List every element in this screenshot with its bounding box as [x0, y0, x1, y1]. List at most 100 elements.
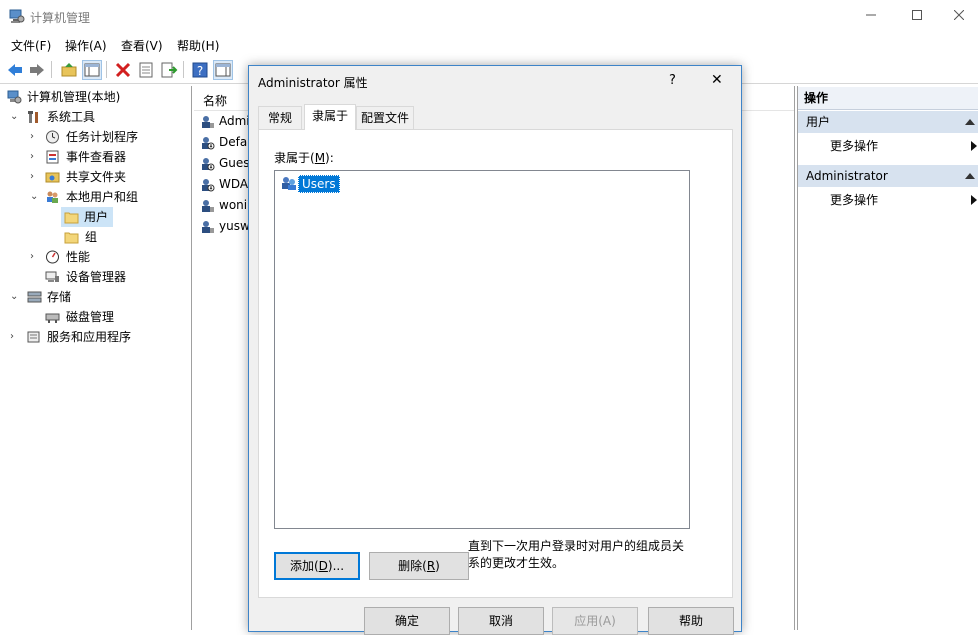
menu-help[interactable]: 帮助(H) [177, 37, 219, 54]
tree-label-local-users-groups: 本地用户和组 [66, 190, 139, 204]
ok-button-label: 确定 [394, 614, 419, 628]
column-header-name[interactable]: 名称 [203, 92, 227, 109]
show-hide-action-pane-button[interactable] [213, 60, 233, 80]
list-item[interactable]: Users [279, 174, 340, 193]
menu-view[interactable]: 查看(V) [121, 37, 163, 54]
event-log-icon [46, 150, 59, 164]
tree-label-performance: 性能 [66, 250, 91, 264]
administrator-properties-dialog: Administrator 属性 ? ✕ 常规 隶属于 配置文件 隶属于(M):… [248, 65, 742, 635]
delete-button[interactable] [113, 60, 133, 80]
window-title: 计算机管理 [30, 11, 91, 25]
menu-action[interactable]: 操作(A) [65, 37, 107, 54]
submenu-arrow-icon [971, 195, 977, 205]
collapse-up-icon[interactable] [965, 119, 975, 125]
remove-button[interactable]: 删除(R) [369, 552, 469, 580]
toolbar-separator [106, 61, 107, 78]
tree-node-storage[interactable]: ⌄ 存储 [0, 287, 191, 307]
chevron-right-icon[interactable]: › [30, 167, 40, 187]
more-actions-users[interactable]: 更多操作 [798, 135, 978, 157]
tree-node-system-tools[interactable]: ⌄ 系统工具 [0, 107, 191, 127]
close-icon [953, 9, 965, 21]
properties-icon [139, 62, 153, 78]
tree-label-task-scheduler: 任务计划程序 [66, 130, 139, 144]
maximize-button[interactable] [894, 0, 940, 33]
tree-node-root[interactable]: 计算机管理(本地) [0, 87, 191, 107]
tree-node-task-scheduler[interactable]: › 任务计划程序 [0, 127, 191, 147]
user-icon [202, 116, 214, 128]
member-of-label-text: 隶属于( [274, 151, 315, 165]
tree-node-disk-management[interactable]: 磁盘管理 [0, 307, 191, 327]
member-of-label-accelerator: M [314, 151, 326, 165]
export-button[interactable] [159, 60, 179, 80]
tree-label-root: 计算机管理(本地) [27, 90, 121, 104]
tree-node-groups[interactable]: 组 [0, 227, 191, 247]
member-of-listbox[interactable]: Users [274, 170, 690, 529]
window-titlebar[interactable]: 计算机管理 [0, 0, 978, 33]
export-icon [161, 62, 178, 78]
tree-node-event-viewer[interactable]: › 事件查看器 [0, 147, 191, 167]
actions-section-users[interactable]: 用户 [798, 111, 978, 133]
menu-file[interactable]: 文件(F) [11, 37, 51, 54]
chevron-down-icon[interactable]: ⌄ [30, 187, 40, 207]
show-hide-tree-icon [84, 63, 100, 77]
tab-profile[interactable]: 配置文件 [356, 106, 414, 130]
tab-general[interactable]: 常规 [258, 106, 302, 130]
tree-label-system-tools: 系统工具 [47, 110, 96, 124]
more-actions-label: 更多操作 [830, 193, 879, 207]
tree-node-device-manager[interactable]: 设备管理器 [0, 267, 191, 287]
chevron-right-icon[interactable]: › [30, 247, 40, 267]
tree-node-shared-folders[interactable]: › 共享文件夹 [0, 167, 191, 187]
properties-button[interactable] [136, 60, 156, 80]
help-dialog-button[interactable]: 帮助 [648, 607, 734, 635]
help-button[interactable]: ? [190, 60, 210, 80]
cancel-button[interactable]: 取消 [458, 607, 544, 635]
actions-section-administrator[interactable]: Administrator [798, 165, 978, 187]
ok-button[interactable]: 确定 [364, 607, 450, 635]
chevron-down-icon[interactable]: ⌄ [10, 107, 20, 127]
more-actions-administrator[interactable]: 更多操作 [798, 189, 978, 211]
user-name: yusw [219, 219, 250, 233]
chevron-right-icon[interactable]: › [30, 127, 40, 147]
toolbar-separator [51, 61, 52, 78]
disabled-user-icon [202, 179, 215, 192]
console-tree: 计算机管理(本地) ⌄ 系统工具 › 任务计划程序 › 事件查看器 › 共享文件… [0, 86, 192, 630]
tree-node-services-apps[interactable]: › 服务和应用程序 [0, 327, 191, 347]
apply-button-label: 应用(A) [574, 614, 616, 628]
tree-label-services-apps: 服务和应用程序 [47, 330, 132, 344]
membership-change-note: 直到下一次用户登录时对用户的组成员关 系的更改才生效。 [468, 538, 713, 572]
storage-icon [27, 291, 42, 303]
show-hide-tree-button[interactable] [82, 60, 102, 80]
tree-node-users[interactable]: 用户 [61, 207, 113, 227]
apply-button[interactable]: 应用(A) [552, 607, 638, 635]
shared-folder-icon [45, 172, 60, 183]
user-icon [202, 200, 214, 212]
minimize-button[interactable] [848, 0, 894, 33]
remove-button-accelerator: R [426, 559, 436, 573]
menubar: 文件(F) 操作(A) 查看(V) 帮助(H) [0, 34, 978, 56]
tree-node-performance[interactable]: › 性能 [0, 247, 191, 267]
performance-icon [46, 250, 59, 264]
chevron-down-icon[interactable]: ⌄ [10, 287, 20, 307]
help-icon: ? [192, 62, 208, 78]
chevron-right-icon[interactable]: › [30, 147, 40, 167]
tab-member-of[interactable]: 隶属于 [304, 104, 356, 130]
user-name: WDA [219, 177, 249, 191]
back-button[interactable] [5, 60, 25, 80]
collapse-up-icon[interactable] [965, 173, 975, 179]
add-button[interactable]: 添加(D)... [274, 552, 360, 580]
chevron-right-icon[interactable]: › [10, 327, 20, 347]
actions-pane: 操作 用户 更多操作 Administrator 更多操作 [797, 86, 978, 630]
close-button[interactable] [940, 0, 978, 33]
up-button[interactable] [59, 60, 79, 80]
add-button-label: 添加( [289, 559, 319, 573]
note-line-1: 直到下一次用户登录时对用户的组成员关 [468, 539, 685, 553]
delete-icon [115, 62, 131, 78]
tree-label-groups: 组 [85, 230, 98, 244]
actions-header-label: 操作 [804, 91, 829, 105]
tree-node-local-users-groups[interactable]: ⌄ 本地用户和组 [0, 187, 191, 207]
forward-button[interactable] [27, 60, 47, 80]
group-icon [282, 177, 296, 190]
dialog-help-button[interactable]: ? [669, 73, 676, 88]
user-icon [202, 221, 214, 233]
dialog-close-button[interactable]: ✕ [711, 72, 723, 88]
